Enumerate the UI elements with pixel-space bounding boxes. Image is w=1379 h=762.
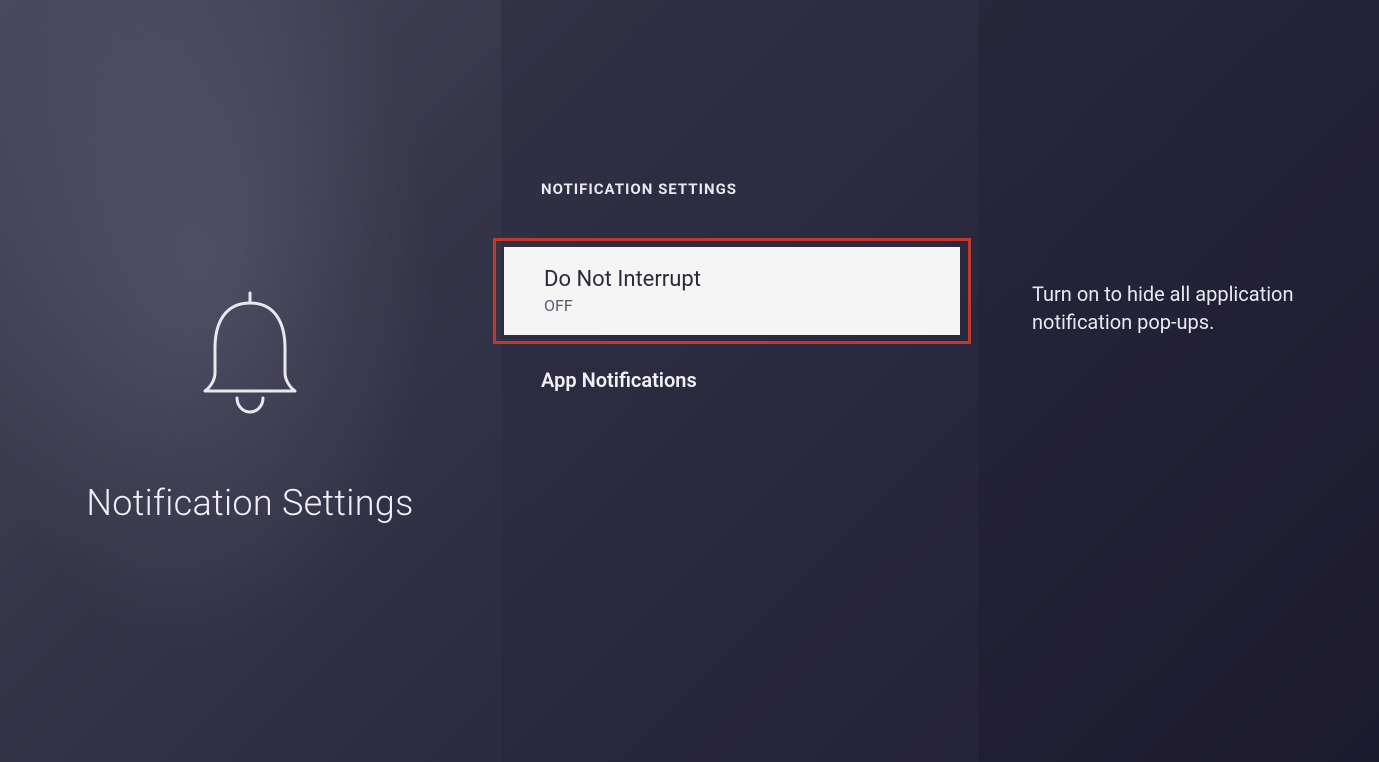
settings-list: NOTIFICATION SETTINGS Do Not Interrupt O… <box>500 0 980 762</box>
menu-item-title: App Notifications <box>541 368 939 392</box>
menu-item-status: OFF <box>544 296 920 315</box>
notification-bell-icon <box>175 278 325 432</box>
menu-item-app-notifications[interactable]: App Notifications <box>501 344 979 416</box>
page-title: Notification Settings <box>86 482 413 524</box>
menu-item-title: Do Not Interrupt <box>544 267 920 292</box>
description-panel: Turn on to hide all application notifica… <box>980 0 1379 762</box>
selection-highlight: Do Not Interrupt OFF <box>493 238 971 344</box>
section-header: NOTIFICATION SETTINGS <box>541 180 979 198</box>
left-panel: Notification Settings <box>0 0 500 762</box>
menu-item-do-not-interrupt[interactable]: Do Not Interrupt OFF <box>504 247 960 335</box>
item-description: Turn on to hide all application notifica… <box>1032 280 1319 336</box>
